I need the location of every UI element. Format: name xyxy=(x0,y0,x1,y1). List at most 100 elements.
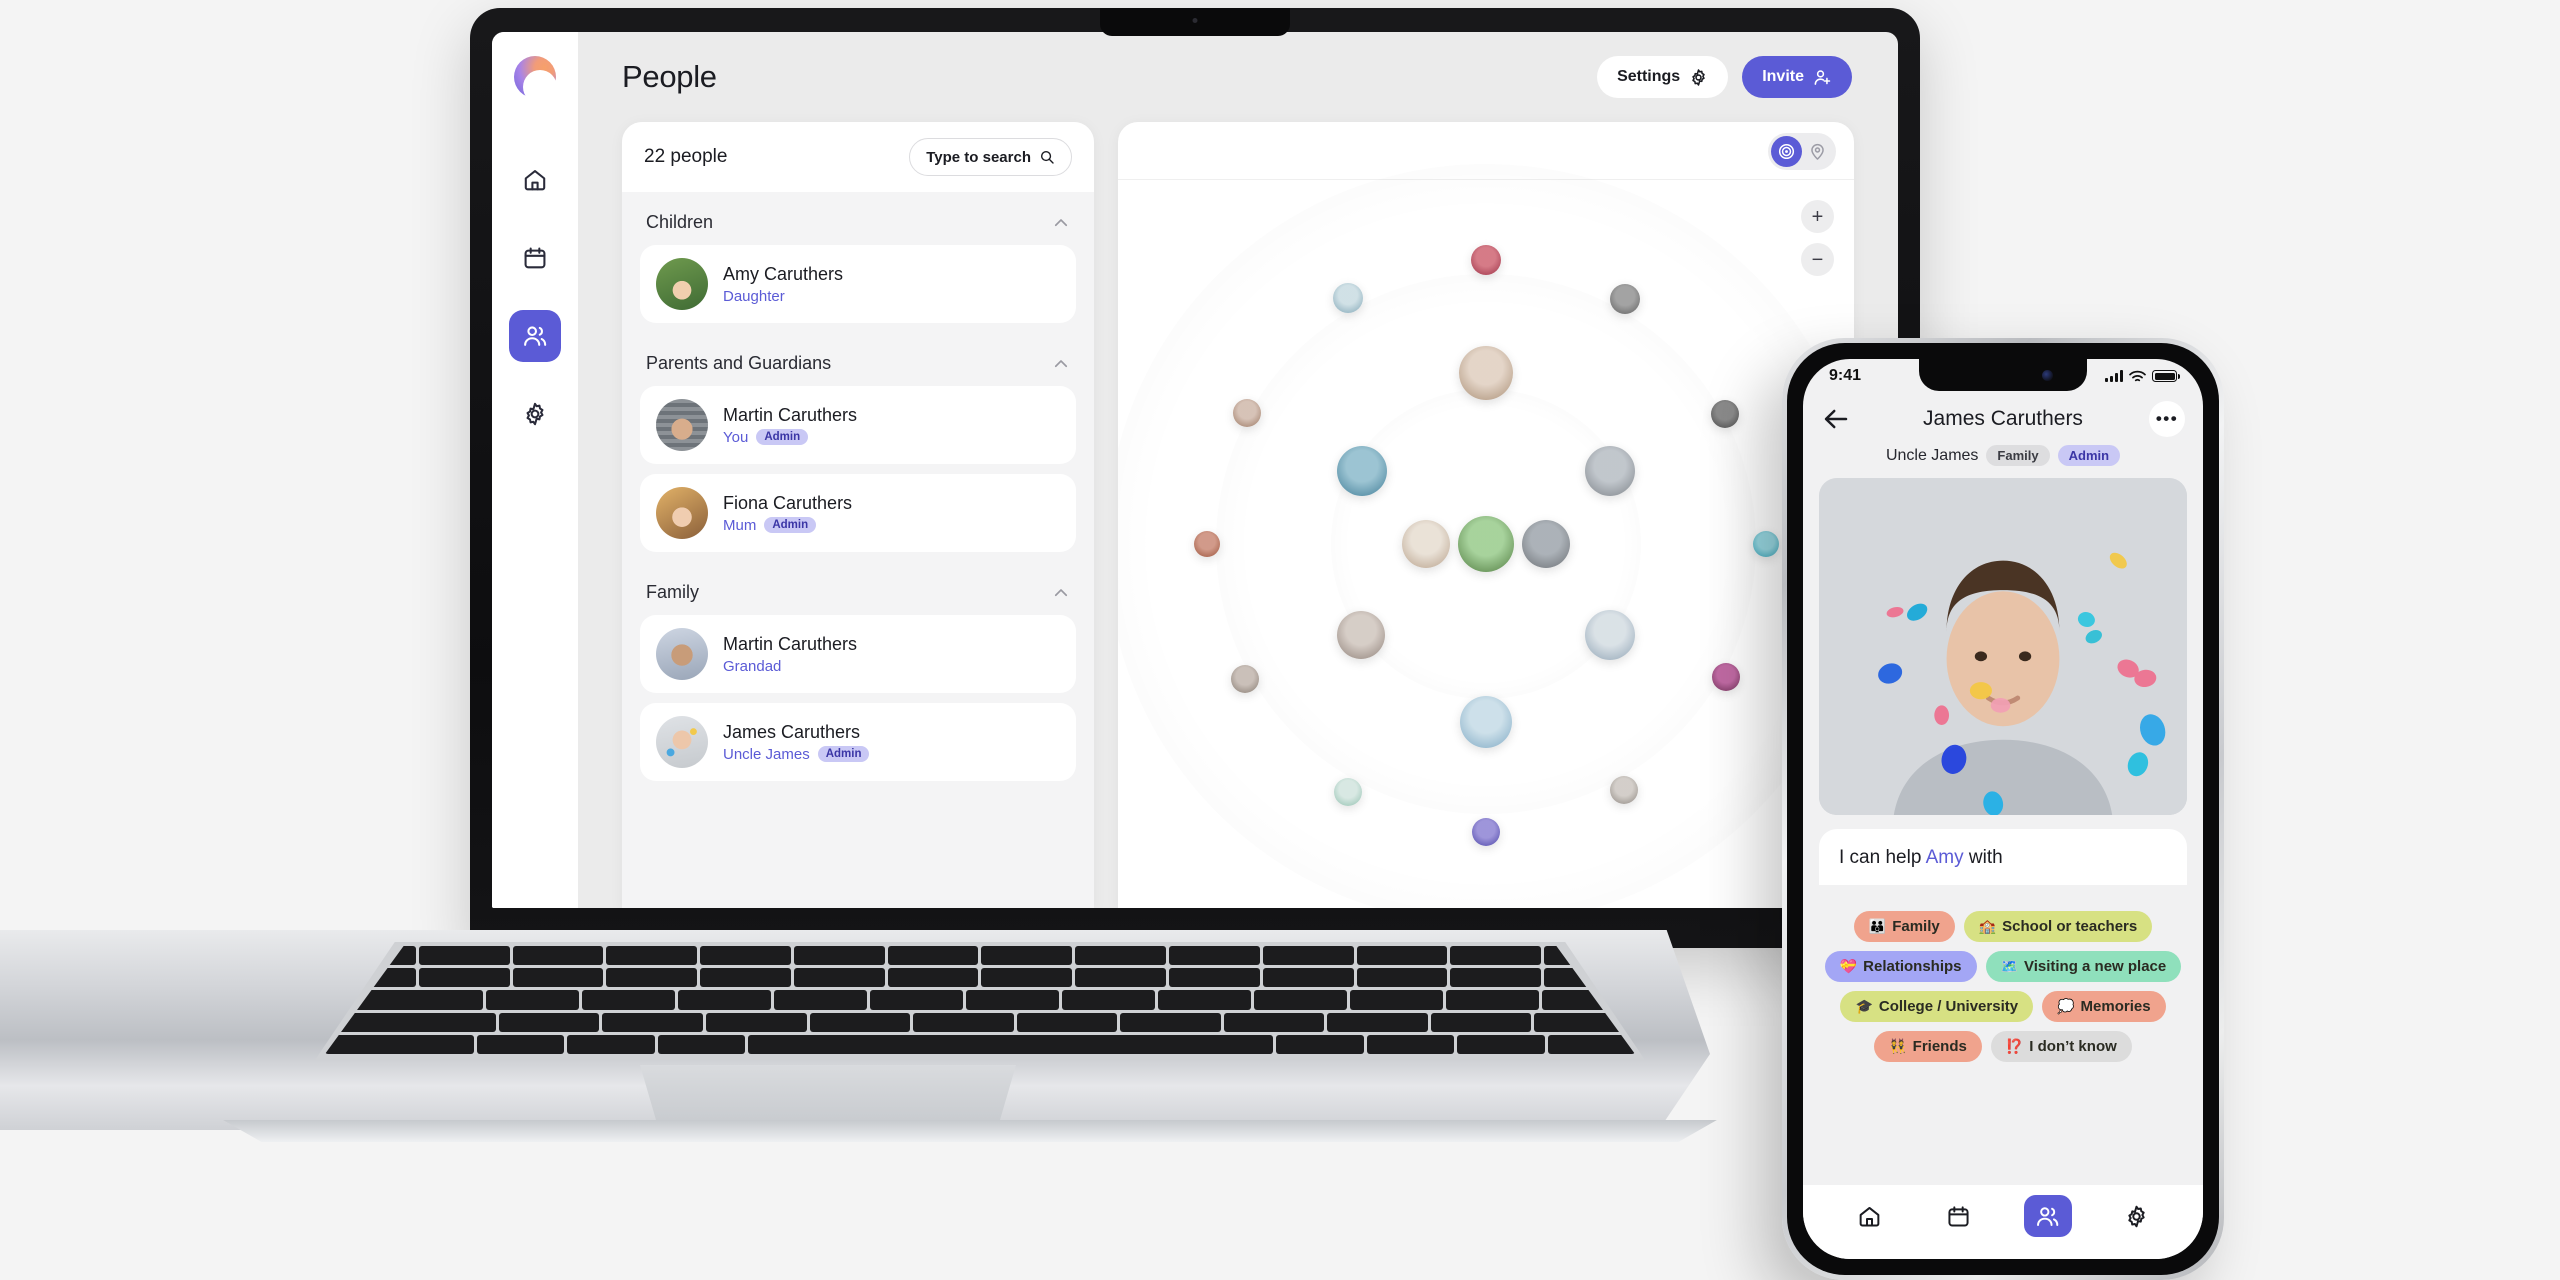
orbit-node[interactable] xyxy=(1472,817,1500,846)
person-relation: Grandad xyxy=(723,657,782,675)
keyboard-key xyxy=(981,946,1073,966)
keyboard-key xyxy=(1457,1034,1545,1054)
topic-chip[interactable]: 🏫 School or teachers xyxy=(1963,911,2153,942)
calendar-icon xyxy=(1948,1205,1969,1226)
keyboard-key xyxy=(512,946,604,966)
keyboard-key xyxy=(1075,968,1167,988)
orbit-node[interactable] xyxy=(1610,283,1641,314)
people-list-card: 22 people Type to search Children Amy Car… xyxy=(622,122,1094,908)
orbit-node[interactable] xyxy=(1401,520,1450,568)
orbit-node[interactable] xyxy=(1334,777,1363,806)
status-bar: 9:41 xyxy=(1803,359,2203,393)
orbit-node[interactable] xyxy=(1522,520,1571,568)
keyboard-key xyxy=(606,968,698,988)
orbit-node[interactable] xyxy=(1232,398,1261,427)
topic-chip[interactable]: 💝 Relationships xyxy=(1824,951,1977,982)
person-name: Martin Caruthers xyxy=(723,633,858,654)
topic-chip[interactable]: 🎓 College / University xyxy=(1840,991,2034,1022)
back-button[interactable] xyxy=(1821,404,1851,434)
topic-chip[interactable]: 🗺️ Visiting a new place xyxy=(1985,951,2182,982)
tab-settings[interactable] xyxy=(2113,1195,2161,1237)
orbit-canvas[interactable] xyxy=(1118,164,1854,908)
sidebar-item-people[interactable] xyxy=(509,310,561,362)
tab-people[interactable] xyxy=(2023,1195,2072,1237)
person-row[interactable]: Fiona Caruthers Mum Admin xyxy=(640,474,1076,552)
search-input[interactable]: Type to search xyxy=(909,138,1072,176)
map-pin-icon xyxy=(1811,143,1824,160)
avatar xyxy=(656,487,708,539)
orbit-node[interactable] xyxy=(1332,282,1363,313)
keyboard-key xyxy=(1366,1034,1455,1054)
chip-label: College / University xyxy=(1878,998,2019,1015)
invite-button[interactable]: Invite xyxy=(1742,56,1852,98)
tag-admin[interactable]: Admin xyxy=(2057,445,2121,466)
orbit-node[interactable] xyxy=(1585,610,1636,660)
help-prefix: I can help xyxy=(1839,847,1926,868)
keyboard-key xyxy=(1262,968,1354,988)
admin-badge: Admin xyxy=(756,429,809,445)
topic-chip[interactable]: ⁉️ I don’t know xyxy=(1990,1031,2132,1062)
person-row[interactable]: Martin Caruthers Grandad xyxy=(640,615,1076,693)
add-user-icon xyxy=(1814,69,1831,85)
people-group-header[interactable]: Children xyxy=(640,192,1076,245)
tab-home[interactable] xyxy=(1846,1195,1894,1237)
chip-label: School or teachers xyxy=(2002,918,2138,935)
topic-chip[interactable]: 💭 Memories xyxy=(2042,991,2166,1022)
sidebar-item-settings[interactable] xyxy=(509,388,561,440)
orbit-node[interactable] xyxy=(1194,531,1221,557)
sidebar-item-calendar[interactable] xyxy=(509,232,561,284)
sidebar-item-home[interactable] xyxy=(509,154,561,206)
keyboard-key xyxy=(809,1012,911,1032)
graph-zoom-controls: + − xyxy=(1801,200,1834,276)
top-bar: People Settings Invite xyxy=(578,32,1898,122)
person-meta: Daughter xyxy=(723,288,843,305)
zoom-in-button[interactable]: + xyxy=(1801,200,1834,233)
keyboard-key xyxy=(1430,1012,1532,1032)
people-icon xyxy=(2037,1206,2059,1226)
laptop-keyboard xyxy=(315,942,1645,1060)
topic-chip[interactable]: 👪 Family xyxy=(1853,911,1955,942)
orbit-node[interactable] xyxy=(1584,446,1635,497)
settings-button[interactable]: Settings xyxy=(1597,56,1729,98)
tab-calendar[interactable] xyxy=(1935,1195,1983,1237)
keyboard-key xyxy=(1356,968,1448,988)
keyboard-key xyxy=(1356,946,1448,966)
orbit-node[interactable] xyxy=(1711,400,1740,429)
sidebar xyxy=(492,32,578,908)
keyboard-key xyxy=(1169,968,1260,988)
orbit-node[interactable] xyxy=(1231,664,1260,693)
profile-photo[interactable] xyxy=(1819,478,2187,815)
orbit-node[interactable] xyxy=(1337,446,1388,497)
map-view-button[interactable] xyxy=(1802,136,1833,167)
orbit-node[interactable] xyxy=(1460,696,1512,749)
person-row[interactable]: Martin Caruthers You Admin xyxy=(640,386,1076,464)
keyboard-row xyxy=(325,968,1635,988)
keyboard-key xyxy=(1254,990,1348,1010)
orbit-node[interactable] xyxy=(1336,611,1385,659)
orbit-view-button[interactable] xyxy=(1771,136,1802,167)
person-row[interactable]: James Caruthers Uncle James Admin xyxy=(640,703,1076,781)
battery-icon xyxy=(2152,370,2180,382)
keyboard-key xyxy=(1450,946,1542,966)
orbit-node[interactable] xyxy=(1609,776,1638,805)
orbit-node[interactable] xyxy=(1711,663,1740,692)
more-options-button[interactable]: ••• xyxy=(2149,401,2185,437)
people-group-header[interactable]: Parents and Guardians xyxy=(640,333,1076,386)
orbit-node[interactable] xyxy=(1459,345,1513,400)
keyboard-key xyxy=(913,1012,1014,1032)
people-group-header[interactable]: Family xyxy=(640,562,1076,615)
avatar xyxy=(656,716,708,768)
person-row[interactable]: Amy Caruthers Daughter xyxy=(640,245,1076,323)
keyboard-row xyxy=(325,1012,1635,1032)
keyboard-key xyxy=(774,990,868,1010)
keyboard-key xyxy=(606,946,698,966)
portrait-illustration xyxy=(1819,478,2187,815)
orbit-node-center[interactable] xyxy=(1458,516,1514,572)
tag-family[interactable]: Family xyxy=(1986,445,2050,466)
zoom-out-button[interactable]: − xyxy=(1801,243,1834,276)
orbit-node[interactable] xyxy=(1471,245,1501,276)
topic-chip[interactable]: 👯 Friends xyxy=(1874,1031,1982,1062)
keyboard-key xyxy=(870,990,964,1010)
orbit-node[interactable] xyxy=(1752,531,1779,557)
keyboard-key xyxy=(678,990,772,1010)
